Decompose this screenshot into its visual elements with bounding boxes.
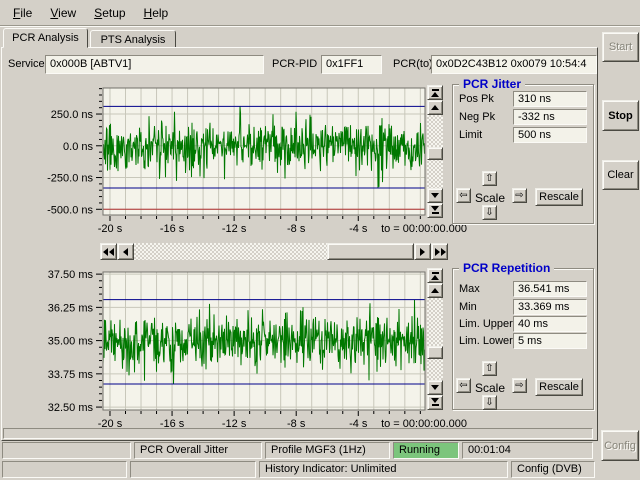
scale-down-icon[interactable]: ⇩ bbox=[482, 205, 497, 220]
scale-label: Scale bbox=[475, 191, 505, 205]
svg-text:36.25 ms: 36.25 ms bbox=[48, 302, 94, 314]
pcr-jitter-group: PCR Jitter Pos Pk 310 ns Neg Pk -332 ns … bbox=[452, 84, 594, 224]
time-scrollbar[interactable] bbox=[100, 243, 448, 260]
pos-pk-value: 310 ns bbox=[513, 91, 587, 107]
lim-lower-value: 5 ms bbox=[513, 333, 587, 349]
scale-up-icon[interactable]: ⇧ bbox=[482, 361, 497, 376]
jitter-vertical-scrollbar[interactable] bbox=[427, 85, 443, 218]
rescale-button[interactable]: Rescale bbox=[535, 188, 583, 206]
scale-label: Scale bbox=[475, 381, 505, 395]
scroll-bottom-icon[interactable] bbox=[427, 203, 443, 218]
scale-right-icon[interactable]: ⇨ bbox=[512, 378, 527, 393]
lim-upper-value: 40 ms bbox=[513, 316, 587, 332]
scroll-far-right-icon[interactable] bbox=[431, 243, 448, 260]
scroll-bottom-icon[interactable] bbox=[427, 395, 443, 410]
time-scroll-track[interactable] bbox=[134, 243, 414, 260]
min-label: Min bbox=[459, 301, 477, 313]
pcr-to-label: PCR(to) bbox=[393, 58, 433, 70]
scale-left-icon[interactable]: ⇦ bbox=[456, 378, 471, 393]
svg-text:35.00 ms: 35.00 ms bbox=[48, 336, 94, 348]
jitter-scroll-thumb[interactable] bbox=[427, 147, 443, 160]
min-value: 33.369 ms bbox=[513, 299, 587, 315]
svg-text:250.0 ns: 250.0 ns bbox=[51, 109, 94, 121]
bottom-strip bbox=[3, 428, 593, 439]
repetition-vertical-scrollbar[interactable] bbox=[427, 268, 443, 410]
lim-lower-label: Lim. Lower bbox=[459, 335, 513, 347]
scroll-up-icon[interactable] bbox=[427, 100, 443, 115]
scroll-down-icon[interactable] bbox=[427, 188, 443, 203]
pcr-pid-label: PCR-PID bbox=[272, 58, 317, 70]
scroll-top-icon[interactable] bbox=[427, 85, 443, 100]
tab-pcr-analysis[interactable]: PCR Analysis bbox=[3, 28, 88, 48]
scale-right-icon[interactable]: ⇨ bbox=[512, 188, 527, 203]
max-label: Max bbox=[459, 283, 480, 295]
status-config-mode: Config (DVB) bbox=[511, 461, 595, 478]
scroll-left-icon[interactable] bbox=[117, 243, 134, 260]
pcr-repetition-group-title: PCR Repetition bbox=[459, 261, 554, 275]
svg-text:to = 00:00:00.000: to = 00:00:00.000 bbox=[381, 223, 467, 235]
lim-upper-label: Lim. Upper bbox=[459, 318, 513, 330]
scale-up-icon[interactable]: ⇧ bbox=[482, 171, 497, 186]
menu-help[interactable]: Help bbox=[135, 3, 178, 23]
menu-view[interactable]: View bbox=[41, 3, 85, 23]
svg-text:-12 s: -12 s bbox=[222, 223, 247, 235]
pcr-jitter-chart: 250.0 ns 0.0 ns -250.0 ns -500.0 ns -20 s -16… bbox=[5, 84, 467, 236]
service-field: 0x000B [ABTV1] bbox=[45, 55, 264, 74]
tab-pts-analysis[interactable]: PTS Analysis bbox=[90, 30, 176, 48]
svg-text:32.50 ms: 32.50 ms bbox=[48, 402, 94, 414]
scale-down-icon[interactable]: ⇩ bbox=[482, 395, 497, 410]
menu-setup[interactable]: Setup bbox=[85, 3, 134, 23]
service-label: Service bbox=[8, 58, 45, 70]
config-button[interactable]: Config bbox=[601, 430, 639, 461]
clear-button[interactable]: Clear bbox=[602, 160, 639, 190]
svg-text:-20 s: -20 s bbox=[98, 223, 123, 235]
scroll-down-icon[interactable] bbox=[427, 380, 443, 395]
neg-pk-label: Neg Pk bbox=[459, 111, 495, 123]
app-window: File View Setup Help PCR Analysis PTS An… bbox=[0, 0, 640, 480]
stop-button[interactable]: Stop bbox=[602, 100, 639, 131]
svg-text:37.50 ms: 37.50 ms bbox=[48, 269, 94, 281]
repetition-scroll-thumb[interactable] bbox=[427, 346, 443, 359]
pcr-jitter-group-title: PCR Jitter bbox=[459, 77, 525, 91]
scale-left-icon[interactable]: ⇦ bbox=[456, 188, 471, 203]
rescale-button[interactable]: Rescale bbox=[535, 378, 583, 396]
pcr-repetition-group: PCR Repetition Max 36.541 ms Min 33.369 … bbox=[452, 268, 594, 410]
start-button[interactable]: Start bbox=[602, 32, 639, 62]
limit-value: 500 ns bbox=[513, 127, 587, 143]
menu-bar: File View Setup Help bbox=[0, 0, 640, 25]
max-value: 36.541 ms bbox=[513, 281, 587, 297]
pcr-pid-field: 0x1FF1 bbox=[321, 55, 382, 74]
scroll-far-left-icon[interactable] bbox=[100, 243, 117, 260]
scroll-up-icon[interactable] bbox=[427, 283, 443, 298]
status-running: Running bbox=[393, 442, 459, 459]
status-profile: Profile MGF3 (1Hz) bbox=[265, 442, 390, 459]
scroll-right-icon[interactable] bbox=[414, 243, 431, 260]
jitter-scroll-track[interactable] bbox=[427, 115, 443, 188]
svg-text:33.75 ms: 33.75 ms bbox=[48, 369, 94, 381]
menu-file[interactable]: File bbox=[4, 3, 41, 23]
svg-text:-16 s: -16 s bbox=[160, 223, 185, 235]
scroll-top-icon[interactable] bbox=[427, 268, 443, 283]
pcr-to-field: 0x0D2C43B12 0x0079 10:54:4 bbox=[431, 55, 597, 74]
svg-text:-4 s: -4 s bbox=[349, 223, 368, 235]
status-elapsed-time: 00:01:04 bbox=[462, 442, 593, 459]
svg-text:-500.0 ns: -500.0 ns bbox=[47, 204, 93, 216]
repetition-scroll-track[interactable] bbox=[427, 298, 443, 380]
limit-label: Limit bbox=[459, 129, 482, 141]
neg-pk-value: -332 ns bbox=[513, 109, 587, 125]
svg-text:-250.0 ns: -250.0 ns bbox=[47, 173, 93, 185]
svg-text:-8 s: -8 s bbox=[287, 223, 306, 235]
status2-cell-empty bbox=[2, 461, 127, 478]
pcr-repetition-chart: 37.50 ms 36.25 ms 35.00 ms 33.75 ms 32.50 ms… bbox=[5, 268, 467, 430]
status2-cell-empty bbox=[130, 461, 256, 478]
status-measurement: PCR Overall Jitter bbox=[134, 442, 262, 459]
status-cell-empty bbox=[2, 442, 131, 459]
pos-pk-label: Pos Pk bbox=[459, 93, 494, 105]
svg-text:0.0 ns: 0.0 ns bbox=[63, 141, 93, 153]
status-history-indicator: History Indicator: Unlimited bbox=[259, 461, 508, 478]
time-scroll-thumb[interactable] bbox=[327, 243, 414, 260]
